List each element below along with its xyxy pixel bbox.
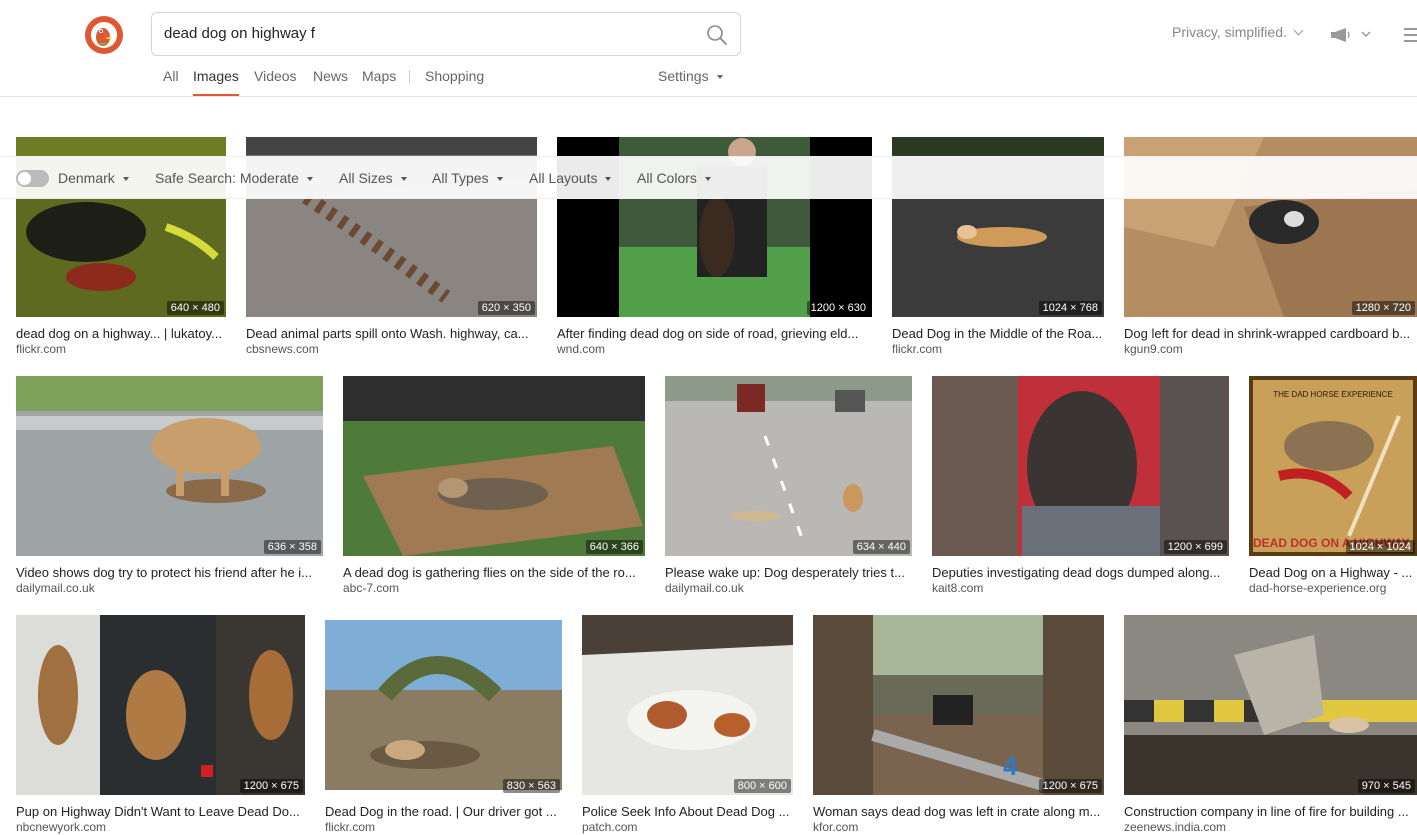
result-thumbnail[interactable]: 830 × 563 bbox=[325, 615, 562, 795]
safe-search-label: Safe Search: Moderate bbox=[155, 170, 299, 186]
result-caption[interactable]: Dead Dog on a Highway - ... bbox=[1249, 565, 1417, 580]
result-caption[interactable]: Construction company in line of fire for… bbox=[1124, 804, 1417, 819]
result-source[interactable]: dad-horse-experience.org bbox=[1249, 581, 1386, 595]
tab-maps[interactable]: Maps bbox=[362, 68, 396, 84]
result-caption[interactable]: Pup on Highway Didn't Want to Leave Dead… bbox=[16, 804, 305, 819]
caret-down-icon bbox=[122, 177, 129, 181]
svg-text:4: 4 bbox=[1003, 751, 1018, 781]
caret-down-icon bbox=[605, 177, 612, 181]
caret-down-icon bbox=[704, 177, 711, 181]
result-source[interactable]: nbcnewyork.com bbox=[16, 820, 106, 834]
result-source[interactable]: abc-7.com bbox=[343, 581, 399, 595]
result-source[interactable]: kgun9.com bbox=[1124, 342, 1183, 356]
duckduckgo-logo[interactable] bbox=[85, 16, 123, 54]
result-source[interactable]: wnd.com bbox=[557, 342, 605, 356]
thumbnail-top-text: THE DAD HORSE EXPERIENCE bbox=[1273, 390, 1393, 399]
image-dimensions: 1200 × 675 bbox=[239, 779, 303, 793]
caret-down-icon bbox=[306, 177, 313, 181]
result-caption[interactable]: A dead dog is gathering flies on the sid… bbox=[343, 565, 645, 580]
search-input[interactable] bbox=[164, 13, 684, 55]
image-dimensions: 1280 × 720 bbox=[1351, 301, 1415, 315]
image-dimensions: 634 × 440 bbox=[852, 540, 910, 554]
region-label: Denmark bbox=[58, 170, 115, 186]
result-thumbnail[interactable]: 636 × 358 bbox=[16, 376, 323, 556]
tab-shopping[interactable]: Shopping bbox=[425, 68, 484, 84]
image-dimensions: 636 × 358 bbox=[263, 540, 321, 554]
size-label: All Sizes bbox=[339, 170, 393, 186]
safe-search-filter[interactable]: Safe Search: Moderate bbox=[155, 170, 313, 186]
result-caption[interactable]: Dead Dog in the road. | Our driver got .… bbox=[325, 804, 562, 819]
result-thumbnail[interactable]: 800 × 600 bbox=[582, 615, 793, 795]
megaphone-icon bbox=[1331, 28, 1371, 42]
tab-videos[interactable]: Videos bbox=[254, 68, 297, 84]
size-filter[interactable]: All Sizes bbox=[339, 170, 407, 186]
tab-divider bbox=[409, 70, 410, 84]
image-dimensions: 620 × 350 bbox=[477, 301, 535, 315]
image-dimensions: 640 × 480 bbox=[166, 301, 224, 315]
region-filter[interactable]: Denmark bbox=[58, 170, 129, 186]
settings-dropdown[interactable]: Settings bbox=[658, 68, 723, 84]
search-icon[interactable] bbox=[706, 24, 728, 46]
layout-label: All Layouts bbox=[529, 170, 598, 186]
result-thumbnail[interactable]: 634 × 440 bbox=[665, 376, 912, 556]
result-caption[interactable]: Deputies investigating dead dogs dumped … bbox=[932, 565, 1229, 580]
image-dimensions: 800 × 600 bbox=[733, 779, 791, 793]
result-caption[interactable]: Dead animal parts spill onto Wash. highw… bbox=[246, 326, 537, 341]
result-caption[interactable]: Video shows dog try to protect his frien… bbox=[16, 565, 323, 580]
result-source[interactable]: dailymail.co.uk bbox=[16, 581, 95, 595]
tab-images[interactable]: Images bbox=[193, 68, 239, 96]
result-caption[interactable]: Dog left for dead in shrink-wrapped card… bbox=[1124, 326, 1417, 341]
image-filter-bar: Denmark Safe Search: Moderate All Sizes … bbox=[0, 156, 1417, 199]
result-source[interactable]: flickr.com bbox=[892, 342, 942, 356]
result-caption[interactable]: Woman says dead dog was left in crate al… bbox=[813, 804, 1104, 819]
result-source[interactable]: flickr.com bbox=[325, 820, 375, 834]
result-caption[interactable]: dead dog on a highway... | lukatoy... bbox=[16, 326, 226, 341]
image-dimensions: 1200 × 630 bbox=[806, 301, 870, 315]
image-dimensions: 1200 × 675 bbox=[1038, 779, 1102, 793]
result-caption[interactable]: After finding dead dog on side of road, … bbox=[557, 326, 872, 341]
result-caption[interactable]: Dead Dog in the Middle of the Roa... bbox=[892, 326, 1104, 341]
caret-down-icon bbox=[716, 75, 723, 79]
region-toggle[interactable] bbox=[16, 170, 49, 187]
image-dimensions: 970 × 545 bbox=[1357, 779, 1415, 793]
result-thumbnail[interactable]: 1200 × 699 bbox=[932, 376, 1229, 556]
type-filter[interactable]: All Types bbox=[432, 170, 503, 186]
image-dimensions: 1200 × 699 bbox=[1163, 540, 1227, 554]
chevron-down-icon bbox=[1293, 25, 1304, 36]
result-caption[interactable]: Police Seek Info About Dead Dog ... bbox=[582, 804, 793, 819]
result-thumbnail[interactable]: THE DAD HORSE EXPERIENCE DEAD DOG ON A H… bbox=[1249, 376, 1417, 556]
color-label: All Colors bbox=[637, 170, 697, 186]
result-source[interactable]: patch.com bbox=[582, 820, 637, 834]
result-thumbnail[interactable]: 1200 × 675 bbox=[16, 615, 305, 795]
result-source[interactable]: flickr.com bbox=[16, 342, 66, 356]
result-source[interactable]: zeenews.india.com bbox=[1124, 820, 1226, 834]
result-source[interactable]: kfor.com bbox=[813, 820, 858, 834]
result-thumbnail[interactable]: 4 1200 × 675 bbox=[813, 615, 1104, 795]
color-filter[interactable]: All Colors bbox=[637, 170, 711, 186]
tab-news[interactable]: News bbox=[313, 68, 348, 84]
image-dimensions: 1024 × 768 bbox=[1038, 301, 1102, 315]
result-thumbnail[interactable]: 640 × 366 bbox=[343, 376, 645, 556]
image-dimensions: 640 × 366 bbox=[585, 540, 643, 554]
type-label: All Types bbox=[432, 170, 489, 186]
megaphone-dropdown[interactable] bbox=[1330, 27, 1374, 48]
result-source[interactable]: kait8.com bbox=[932, 581, 983, 595]
header: Privacy, simplified. All Images Videos N… bbox=[0, 0, 1417, 97]
privacy-dropdown[interactable]: Privacy, simplified. bbox=[1172, 24, 1304, 40]
layout-filter[interactable]: All Layouts bbox=[529, 170, 612, 186]
tab-all[interactable]: All bbox=[163, 68, 179, 84]
result-source[interactable]: dailymail.co.uk bbox=[665, 581, 744, 595]
settings-label: Settings bbox=[658, 68, 709, 84]
caret-down-icon bbox=[496, 177, 503, 181]
image-dimensions: 1024 × 1024 bbox=[1345, 540, 1415, 554]
result-source[interactable]: cbsnews.com bbox=[246, 342, 319, 356]
caret-down-icon bbox=[400, 177, 407, 181]
search-box bbox=[151, 12, 741, 56]
hamburger-menu-icon[interactable] bbox=[1404, 28, 1417, 46]
result-thumbnail[interactable]: 970 × 545 bbox=[1124, 615, 1417, 795]
privacy-label: Privacy, simplified. bbox=[1172, 24, 1287, 40]
result-caption[interactable]: Please wake up: Dog desperately tries t.… bbox=[665, 565, 912, 580]
image-dimensions: 830 × 563 bbox=[502, 779, 560, 793]
